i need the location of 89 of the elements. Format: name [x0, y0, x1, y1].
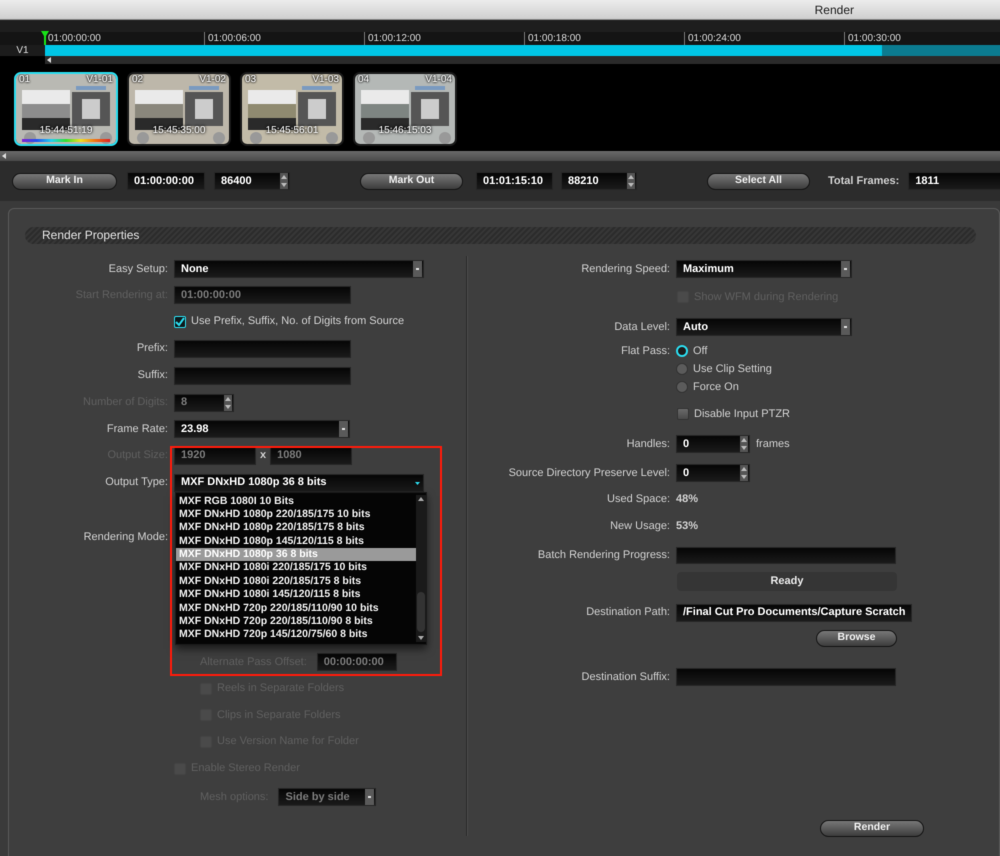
- button[interactable]: Browse: [816, 630, 897, 646]
- dropdown-option[interactable]: MXF DNxHD 1080i 220/185/175 8 bits: [176, 574, 416, 588]
- vertical-scrollbar[interactable]: [416, 494, 426, 642]
- clip-timecode: 15:45:35:00: [152, 124, 206, 136]
- dropdown[interactable]: None: [174, 260, 424, 278]
- horizontal-scrollbar[interactable]: [45, 56, 1000, 64]
- section-header: Render Properties: [25, 227, 976, 244]
- playhead-icon[interactable]: [41, 31, 49, 45]
- dropdown-option[interactable]: MXF DNxHD 720p 145/120/75/60 8 bits: [176, 628, 416, 642]
- stepper[interactable]: [627, 173, 635, 189]
- field-label: Batch Rendering Progress:: [536, 548, 670, 563]
- dropdown-option[interactable]: MXF DNxHD 1080i 145/120/115 8 bits: [176, 588, 416, 602]
- frame-field[interactable]: 86400: [214, 172, 290, 190]
- mark-out-button[interactable]: Mark Out: [360, 172, 463, 190]
- field-label: Flat Pass:: [620, 344, 670, 359]
- checkbox[interactable]: [677, 408, 689, 420]
- clip-name: V1-01: [86, 74, 113, 86]
- dropdown-option[interactable]: MXF DNxHD 1080p 145/120/115 8 bits: [176, 534, 416, 548]
- clip-number: 03: [245, 74, 256, 86]
- radio-button[interactable]: [676, 363, 688, 375]
- field-label: Data Level:: [613, 320, 670, 335]
- field-label: Handles:: [626, 436, 670, 452]
- field-label: New Usage:: [609, 518, 670, 534]
- unit-label: frames: [756, 436, 790, 452]
- stepper[interactable]: [740, 436, 748, 452]
- dropdown-option[interactable]: MXF DNxHD 720p 220/185/110/90 10 bits: [176, 602, 416, 616]
- dropdown-option[interactable]: MXF DNxHD 720p 220/185/110/90 8 bits: [176, 615, 416, 628]
- number-field[interactable]: 0: [676, 464, 750, 482]
- select-all-button[interactable]: Select All: [707, 172, 810, 190]
- size-separator: x: [260, 448, 266, 464]
- field-label: Used Space:: [606, 492, 670, 507]
- timecode-field[interactable]: 01:01:15:10: [476, 172, 553, 190]
- field-label: Easy Setup:: [108, 262, 168, 277]
- field-label: Destination Path:: [585, 605, 670, 620]
- horizontal-scrollbar[interactable]: [0, 151, 1000, 161]
- clip-timecode: 15:46:15:03: [378, 124, 432, 136]
- field-label: Suffix:: [136, 368, 168, 384]
- field-label: Rendering Speed:: [580, 262, 670, 277]
- radio-label[interactable]: Off: [693, 342, 708, 360]
- total-frames-label: Total Frames:: [828, 174, 900, 189]
- stepper[interactable]: [224, 394, 232, 410]
- radio-label[interactable]: Force On: [693, 378, 739, 396]
- track-label: V1: [0, 45, 45, 56]
- field-label: Prefix:: [136, 341, 168, 356]
- frame-field[interactable]: 88210: [561, 172, 637, 190]
- radio-label[interactable]: Use Clip Setting: [693, 360, 772, 378]
- clip-name: V1-04: [425, 74, 452, 86]
- number-field[interactable]: 0: [676, 435, 750, 453]
- dropdown[interactable]: Auto: [676, 318, 852, 336]
- status-bar: Ready: [677, 572, 897, 590]
- field-label: Rendering Mode:: [82, 530, 168, 545]
- dropdown-option[interactable]: MXF DNxHD 1080i 220/185/175 10 bits: [176, 561, 416, 575]
- input-field[interactable]: [174, 366, 351, 384]
- value-text: 53%: [676, 518, 698, 534]
- total-frames-field[interactable]: 1811: [908, 172, 1000, 190]
- clip-number: 04: [358, 74, 370, 86]
- dropdown-option[interactable]: MXF DNxHD 1080p 220/185/175 10 bits: [176, 508, 416, 522]
- dropdown[interactable]: 23.98: [174, 420, 350, 438]
- clip-timecode: 15:45:56:01: [266, 124, 318, 136]
- stepper[interactable]: [740, 465, 748, 481]
- input-field[interactable]: [174, 340, 351, 358]
- clip-name: V1-03: [312, 74, 339, 86]
- dropdown-option[interactable]: MXF DNxHD 1080p 220/185/175 8 bits: [176, 521, 416, 535]
- radio-button[interactable]: [676, 381, 688, 393]
- clip-number: 01: [19, 74, 30, 86]
- scroll-left-arrow-icon[interactable]: [45, 56, 53, 64]
- stepper[interactable]: [280, 173, 288, 189]
- clip-name: V1-02: [199, 74, 226, 86]
- dropdown-option[interactable]: MXF RGB 1080I 10 Bits: [176, 494, 416, 508]
- dropdown[interactable]: Maximum: [676, 260, 852, 278]
- checkbox-label[interactable]: Use Prefix, Suffix, No. of Digits from Source: [191, 313, 404, 330]
- scroll-down-arrow-icon[interactable]: [417, 634, 425, 642]
- value-text: 48%: [676, 492, 698, 507]
- text-field[interactable]: /Final Cut Pro Documents/Capture Scratch: [676, 604, 912, 622]
- clip-number: 02: [132, 74, 144, 86]
- field-label: Destination Suffix:: [580, 670, 670, 685]
- check-icon: [175, 316, 185, 326]
- button[interactable]: Render: [820, 820, 924, 836]
- input-field[interactable]: [676, 668, 896, 686]
- field-label: Output Type:: [104, 475, 168, 490]
- window-title: Render: [814, 2, 854, 18]
- field-label: Frame Rate:: [106, 422, 168, 437]
- scroll-left-arrow-icon[interactable]: [0, 152, 8, 160]
- clip-timecode: 15:44:51:19: [40, 124, 92, 136]
- timecode-field[interactable]: 01:00:00:00: [127, 172, 205, 190]
- checkbox-label[interactable]: Disable Input PTZR: [694, 406, 790, 422]
- scroll-up-arrow-icon[interactable]: [417, 494, 425, 502]
- field-label: Source Directory Preserve Level:: [508, 466, 670, 481]
- mark-in-button[interactable]: Mark In: [12, 172, 117, 190]
